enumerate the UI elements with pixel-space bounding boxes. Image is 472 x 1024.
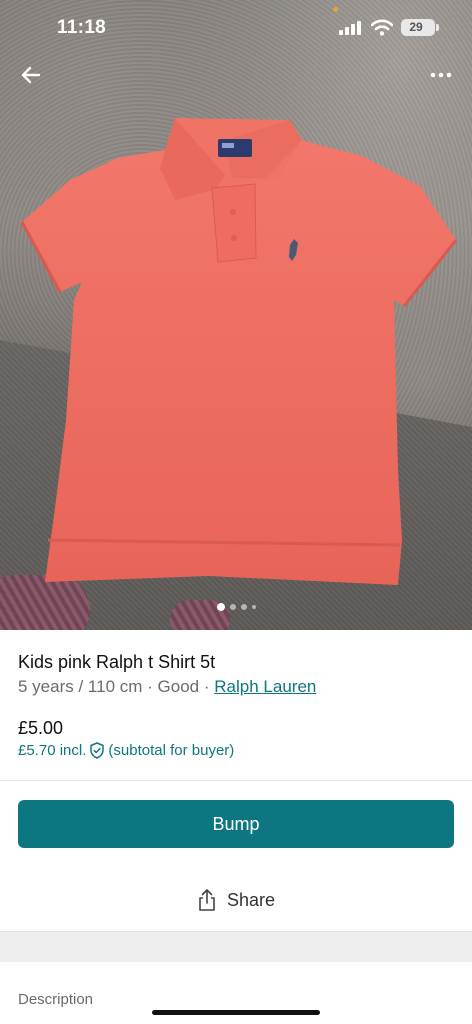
more-icon bbox=[430, 72, 452, 78]
buyer-price-amount: £5.70 incl. bbox=[18, 742, 87, 759]
item-meta: 5 years / 110 cm · Good · Ralph Lauren bbox=[18, 677, 316, 697]
brand-link[interactable]: Ralph Lauren bbox=[214, 677, 316, 696]
carousel-dot[interactable] bbox=[229, 604, 236, 610]
buyer-price[interactable]: £5.70 incl. (subtotal for buyer) bbox=[18, 742, 234, 759]
section-separator bbox=[0, 931, 472, 962]
buyer-price-note: (subtotal for buyer) bbox=[108, 742, 235, 759]
share-button[interactable]: Share bbox=[0, 882, 472, 918]
signal-icon bbox=[339, 21, 361, 35]
back-arrow-icon bbox=[21, 66, 41, 84]
shield-check-icon bbox=[90, 742, 105, 759]
back-button[interactable] bbox=[16, 60, 46, 90]
carousel-dot[interactable] bbox=[216, 603, 225, 611]
product-photo[interactable] bbox=[0, 0, 472, 630]
item-title: Kids pink Ralph t Shirt 5t bbox=[18, 652, 216, 672]
share-label: Share bbox=[226, 889, 276, 910]
recording-indicator bbox=[333, 7, 338, 12]
item-price: £5.00 bbox=[18, 718, 64, 738]
battery-icon: 29 bbox=[401, 19, 435, 36]
status-time: 11:18 bbox=[57, 17, 107, 38]
more-options-button[interactable] bbox=[424, 62, 458, 88]
home-indicator[interactable] bbox=[152, 1010, 320, 1015]
share-icon bbox=[199, 889, 215, 911]
status-bar: 11:18 29 bbox=[0, 0, 472, 56]
description-label: Description bbox=[18, 991, 94, 1008]
wifi-icon bbox=[371, 19, 393, 36]
polo-shirt-image bbox=[20, 118, 458, 585]
carousel-dot[interactable] bbox=[251, 605, 256, 609]
carousel-dots[interactable] bbox=[0, 603, 472, 611]
bump-button[interactable]: Bump bbox=[18, 800, 454, 848]
meta-separator: · bbox=[147, 677, 153, 696]
divider bbox=[0, 780, 472, 781]
battery-cap bbox=[436, 24, 439, 31]
battery-level: 29 bbox=[409, 20, 423, 34]
item-size: 5 years / 110 cm bbox=[18, 677, 143, 696]
carousel-dot[interactable] bbox=[240, 604, 247, 610]
meta-separator: · bbox=[203, 677, 210, 696]
item-condition: Good bbox=[157, 677, 200, 696]
